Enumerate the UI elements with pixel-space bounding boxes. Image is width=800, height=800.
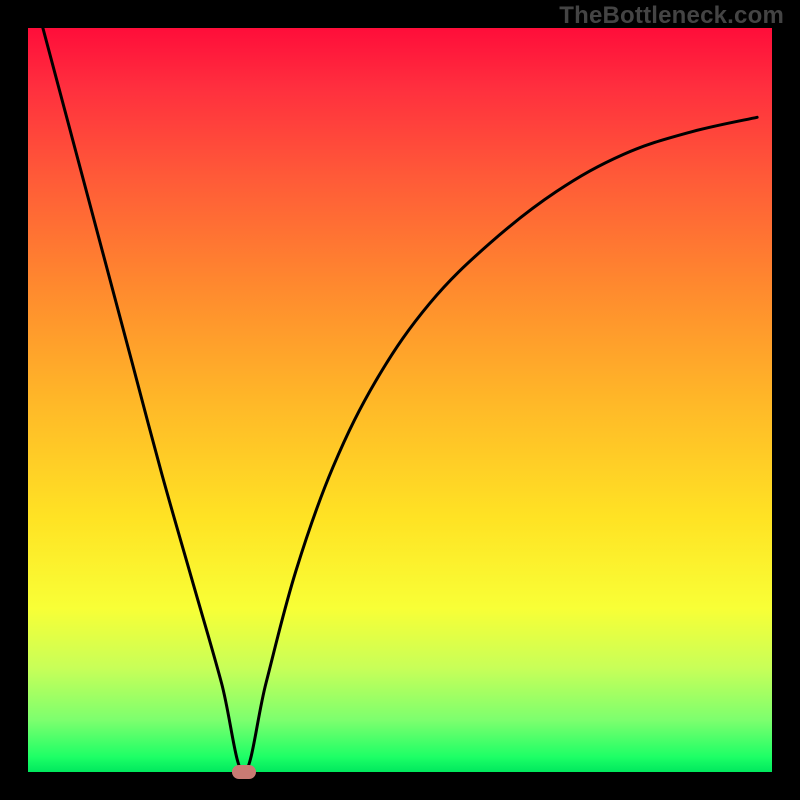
minimum-marker <box>232 765 256 779</box>
bottleneck-curve <box>28 28 772 772</box>
chart-frame: TheBottleneck.com <box>0 0 800 800</box>
watermark-text: TheBottleneck.com <box>559 2 784 30</box>
plot-area <box>28 28 772 772</box>
